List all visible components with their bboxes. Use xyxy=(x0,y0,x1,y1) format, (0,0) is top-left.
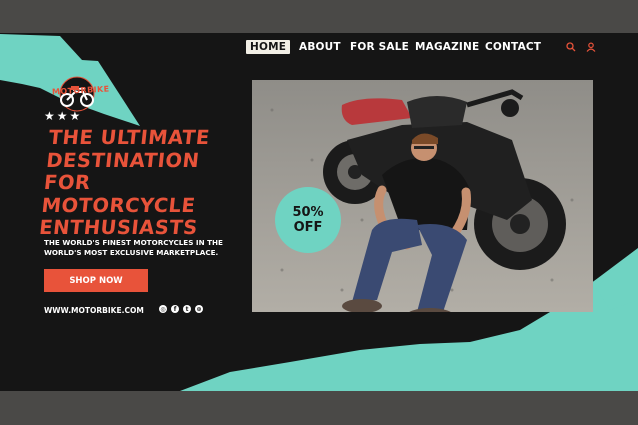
nav-home[interactable]: HOME xyxy=(246,40,291,54)
nav-magazine[interactable]: MAGAZINE xyxy=(415,41,479,53)
nav-contact[interactable]: CONTACT xyxy=(485,41,541,53)
headline-line: THE ULTIMATE xyxy=(47,126,211,149)
search-icon[interactable] xyxy=(566,42,576,52)
facebook-icon[interactable]: f xyxy=(171,305,179,313)
subtext-line: THE WORLD'S FINEST MOTORCYCLES IN THE xyxy=(44,238,223,247)
headline-line: MOTORCYCLE xyxy=(40,193,197,217)
discount-label: OFF xyxy=(293,220,323,235)
rating-stars: ★★★ xyxy=(44,109,83,123)
shop-now-button[interactable]: SHOP NOW xyxy=(44,269,148,292)
headline-line: DESTINATION FOR xyxy=(42,148,201,195)
twitter-icon[interactable]: t xyxy=(183,305,191,313)
website-url[interactable]: WWW.MOTORBIKE.COM xyxy=(44,306,144,315)
discount-percent: 50% xyxy=(292,205,324,220)
nav-for-sale[interactable]: FOR SALE xyxy=(350,41,409,53)
subtext-line: WORLD'S MOST EXCLUSIVE MARKETPLACE. xyxy=(44,248,219,257)
nav-about[interactable]: ABOUT xyxy=(299,41,341,53)
discount-badge[interactable]: 50% OFF xyxy=(275,187,341,253)
instagram-icon[interactable]: ◎ xyxy=(159,305,167,313)
headline-line: ENTHUSIASTS xyxy=(38,216,199,239)
user-icon[interactable] xyxy=(586,42,596,52)
hero-headline: THE ULTIMATE DESTINATION FOR MOTORCYCLE … xyxy=(38,126,250,240)
dribbble-icon[interactable]: ⊛ xyxy=(195,305,203,313)
page: MOTORBIKE HOME ABOUT FOR SALE MAGAZINE C… xyxy=(0,0,638,425)
hero-subtext: THE WORLD'S FINEST MOTORCYCLES IN THE WO… xyxy=(44,238,244,258)
